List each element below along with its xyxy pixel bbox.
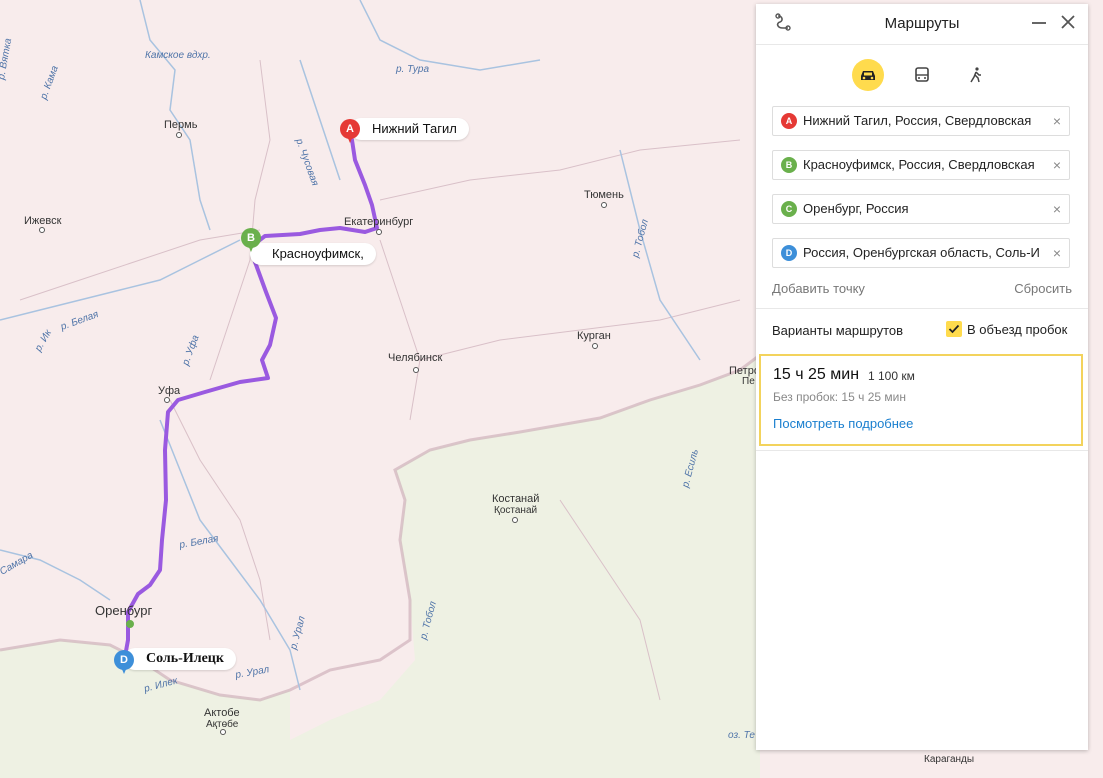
add-point-link[interactable]: Добавить точку (772, 281, 865, 296)
pin-label-a: Нижний Тагил (350, 118, 469, 140)
close-icon[interactable] (1057, 13, 1079, 35)
waypoint-text: Красноуфимск, Россия, Свердловская (803, 157, 1035, 172)
reset-link[interactable]: Сбросить (1014, 281, 1072, 296)
pedestrian-icon (970, 67, 981, 83)
clear-icon[interactable]: × (1053, 239, 1061, 267)
avoid-traffic-label: В объезд пробок (967, 322, 1068, 337)
pin-label-b: Красноуфимск, (250, 243, 376, 265)
pin-b[interactable]: B (241, 228, 261, 252)
waypoint-text: Россия, Оренбургская область, Соль-И (803, 245, 1040, 260)
city-label: Ақтөбе (206, 718, 239, 730)
city-label: Костанай (492, 493, 539, 505)
waypoint-b-input[interactable]: B Красноуфимск, Россия, Свердловская × (772, 150, 1070, 180)
transit-mode-button[interactable] (906, 59, 938, 91)
city-label: Ижевск (24, 215, 62, 227)
pin-label-d: Соль-Илецк (124, 648, 236, 670)
city-label: Екатеринбург (344, 216, 413, 228)
walk-mode-button[interactable] (960, 59, 992, 91)
waypoint-text: Нижний Тагил, Россия, Свердловская (803, 113, 1032, 128)
waypoint-text: Оренбург, Россия (803, 201, 909, 216)
city-label: Тюмень (584, 189, 624, 201)
checkbox-check-icon (946, 321, 962, 337)
car-icon (861, 71, 875, 80)
routes-panel: Маршруты A Нижний Тагил, Россия, Свердло… (756, 4, 1088, 750)
waypoint-c-input[interactable]: C Оренбург, Россия × (772, 194, 1070, 224)
route-option-card[interactable]: 15 ч 25 мин 1 100 км Без пробок: 15 ч 25… (759, 354, 1083, 446)
route-no-traffic: Без пробок: 15 ч 25 мин (773, 390, 906, 404)
route-time: 15 ч 25 мин (773, 366, 860, 383)
waypoint-d-input[interactable]: D Россия, Оренбургская область, Соль-И × (772, 238, 1070, 268)
city-label: Уфа (158, 385, 181, 397)
transport-modes (756, 45, 1088, 105)
clear-icon[interactable]: × (1053, 151, 1061, 179)
divider (756, 450, 1088, 451)
city-label: Актобе (204, 707, 240, 719)
city-label: Оренбург (95, 603, 152, 618)
panel-header: Маршруты (756, 4, 1088, 45)
clear-icon[interactable]: × (1053, 195, 1061, 223)
waypoint-badge: B (781, 157, 797, 173)
pin-d[interactable]: D (114, 650, 134, 674)
waypoint-badge: D (781, 245, 797, 261)
city-label: Курган (577, 330, 611, 342)
waypoint-badge: C (781, 201, 797, 217)
city-label: Челябинск (388, 352, 442, 364)
variants-label: Варианты маршрутов (772, 323, 904, 338)
bus-icon (915, 67, 929, 82)
river-label: Камское вдхр. (145, 50, 211, 61)
clear-icon[interactable]: × (1053, 107, 1061, 135)
minimize-icon[interactable] (1028, 13, 1050, 35)
river-label: оз. Те (728, 730, 755, 741)
river-label: р. Тура (395, 64, 429, 75)
pin-a[interactable]: A (340, 119, 360, 143)
waypoint-badge: A (781, 113, 797, 129)
city-label: Пе (742, 376, 755, 387)
waypoint-a-input[interactable]: A Нижний Тагил, Россия, Свердловская × (772, 106, 1070, 136)
city-label: Пермь (164, 119, 198, 131)
route-distance: 1 100 км (868, 369, 915, 383)
route-details-link[interactable]: Посмотреть подробнее (773, 416, 913, 431)
city-label: Караганды (924, 754, 974, 765)
car-mode-button[interactable] (852, 59, 884, 91)
divider (756, 308, 1088, 309)
city-label: Қостанай (494, 505, 537, 516)
